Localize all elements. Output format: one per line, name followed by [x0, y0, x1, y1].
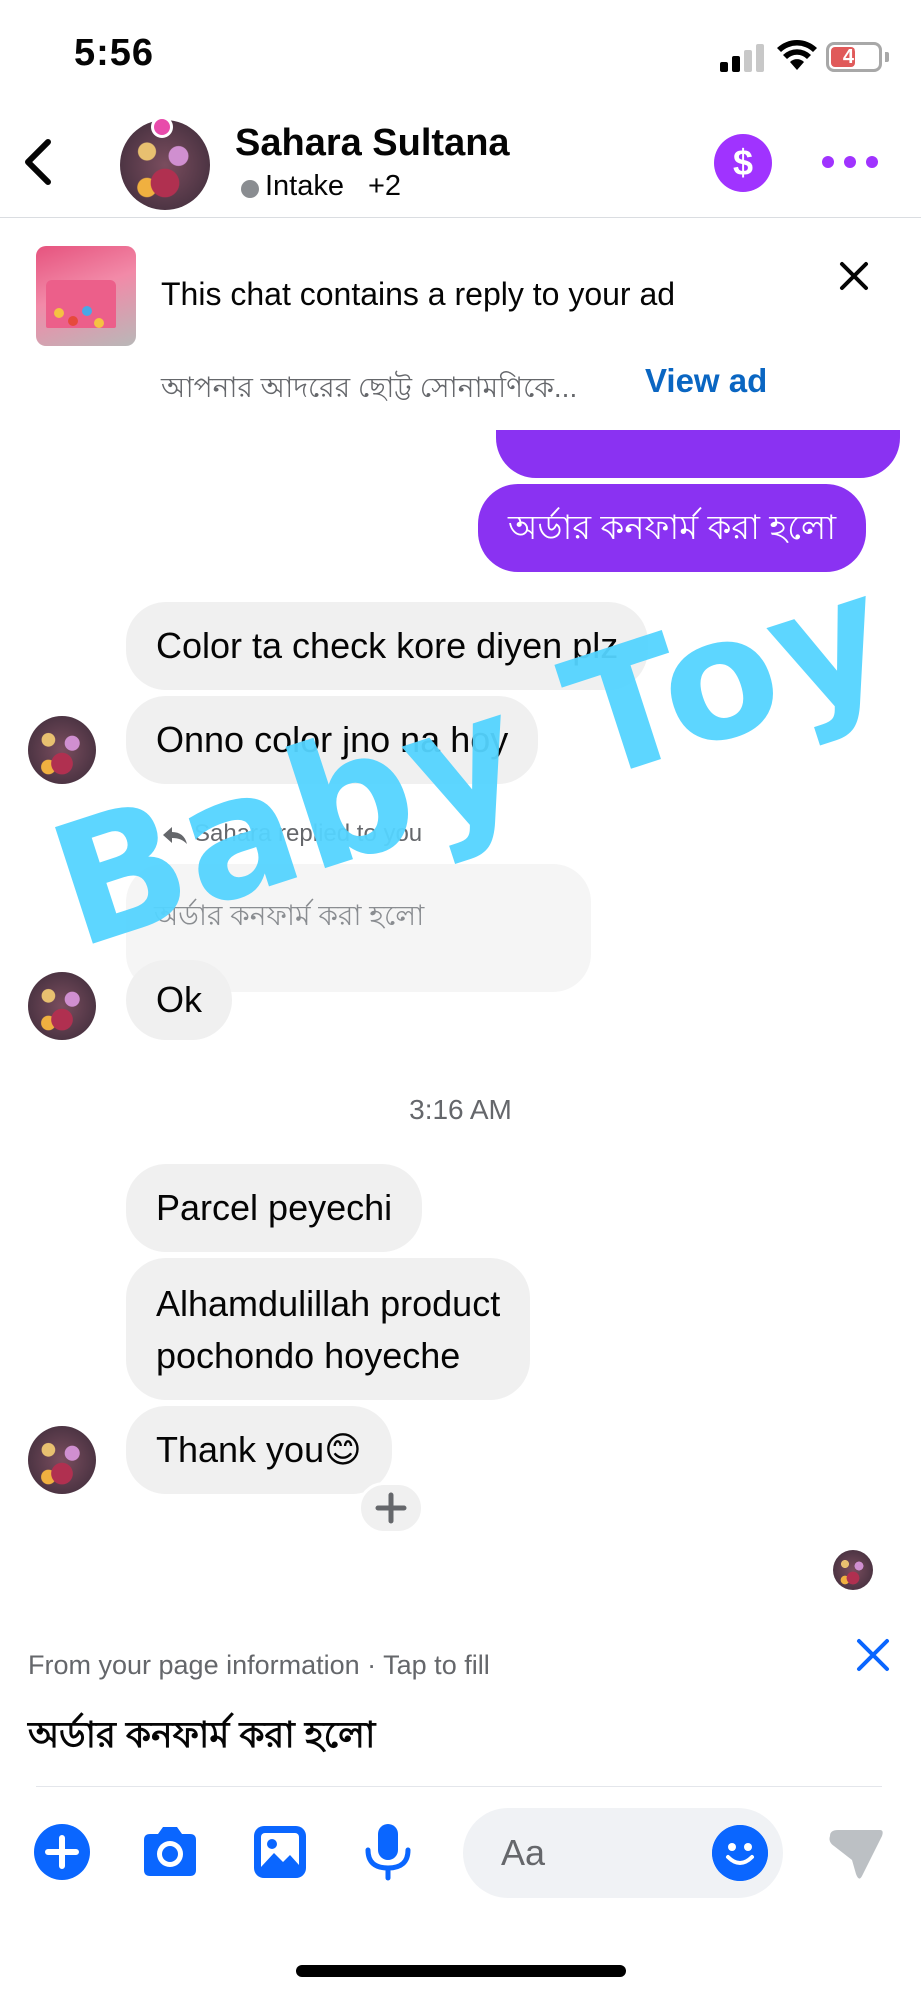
- battery-icon: 47: [826, 42, 882, 72]
- microphone-icon[interactable]: [358, 1822, 418, 1882]
- label-dot: [241, 180, 259, 198]
- plus-icon[interactable]: [32, 1822, 92, 1882]
- send-icon[interactable]: [826, 1822, 886, 1882]
- suggestion-label: From your page information · Tap to fill: [28, 1650, 490, 1680]
- chat-header: Sahara Sultana Intake +2 $: [0, 110, 921, 218]
- wifi-icon: [777, 40, 817, 70]
- reply-header: Sahara replied to you: [162, 820, 422, 848]
- incoming-message[interactable]: Thank you😊: [126, 1406, 392, 1494]
- status-bar: 5:56 47: [0, 0, 921, 110]
- battery-level: 47: [842, 46, 866, 68]
- camera-icon[interactable]: [140, 1822, 200, 1882]
- divider: [36, 1786, 882, 1787]
- add-reaction-button[interactable]: [358, 1482, 424, 1534]
- message-input-placeholder: Aa: [501, 1832, 546, 1873]
- contact-label[interactable]: Intake: [265, 170, 344, 203]
- sender-avatar[interactable]: [28, 1426, 96, 1494]
- ad-thumbnail[interactable]: [36, 246, 136, 346]
- signal-icon: [720, 44, 764, 72]
- payment-button[interactable]: $: [714, 134, 772, 192]
- message-line: pochondo hoyeche: [156, 1335, 461, 1376]
- reply-icon: [163, 826, 187, 844]
- incoming-message[interactable]: Ok: [126, 960, 233, 1040]
- status-time: 5:56: [74, 32, 155, 74]
- back-icon[interactable]: [14, 132, 62, 192]
- battery-cap: [885, 52, 889, 62]
- outgoing-message[interactable]: অর্ডার কনফার্ম করা হলো: [478, 484, 867, 572]
- incoming-message-multiline[interactable]: Alhamdulillah product pochondo hoyeche: [126, 1258, 531, 1400]
- home-indicator: [296, 1965, 626, 1977]
- suggested-reply[interactable]: অর্ডার কনফার্ম করা হলো: [28, 1708, 375, 1768]
- more-labels-count[interactable]: +2: [368, 170, 401, 203]
- ad-banner-title: This chat contains a reply to your ad: [161, 276, 676, 312]
- plus-icon: [375, 1492, 407, 1524]
- sender-avatar[interactable]: [28, 716, 96, 784]
- message-timestamp: 3:16 AM: [409, 1094, 512, 1125]
- close-icon[interactable]: [836, 258, 872, 294]
- more-options-icon[interactable]: [822, 152, 878, 172]
- outgoing-message-partial[interactable]: [496, 430, 900, 478]
- message-line: Alhamdulillah product: [156, 1283, 501, 1324]
- contact-name[interactable]: Sahara Sultana: [235, 122, 510, 165]
- close-suggestion-icon[interactable]: [854, 1636, 892, 1674]
- avatar-badge: [151, 116, 173, 138]
- gallery-icon[interactable]: [250, 1822, 310, 1882]
- ad-subtitle: আপনার আদরের ছোট্ট সোনামণিকে...: [161, 372, 578, 403]
- sender-avatar[interactable]: [28, 972, 96, 1040]
- incoming-message[interactable]: Parcel peyechi: [126, 1164, 423, 1252]
- emoji-icon[interactable]: [712, 1825, 768, 1881]
- incoming-message[interactable]: Color ta check kore diyen plz: [126, 602, 649, 690]
- incoming-message[interactable]: Onno color jno na hoy: [126, 696, 539, 784]
- reply-header-text: Sahara replied to you: [194, 820, 423, 847]
- view-ad-link[interactable]: View ad: [645, 362, 767, 400]
- seen-avatar: [833, 1550, 873, 1590]
